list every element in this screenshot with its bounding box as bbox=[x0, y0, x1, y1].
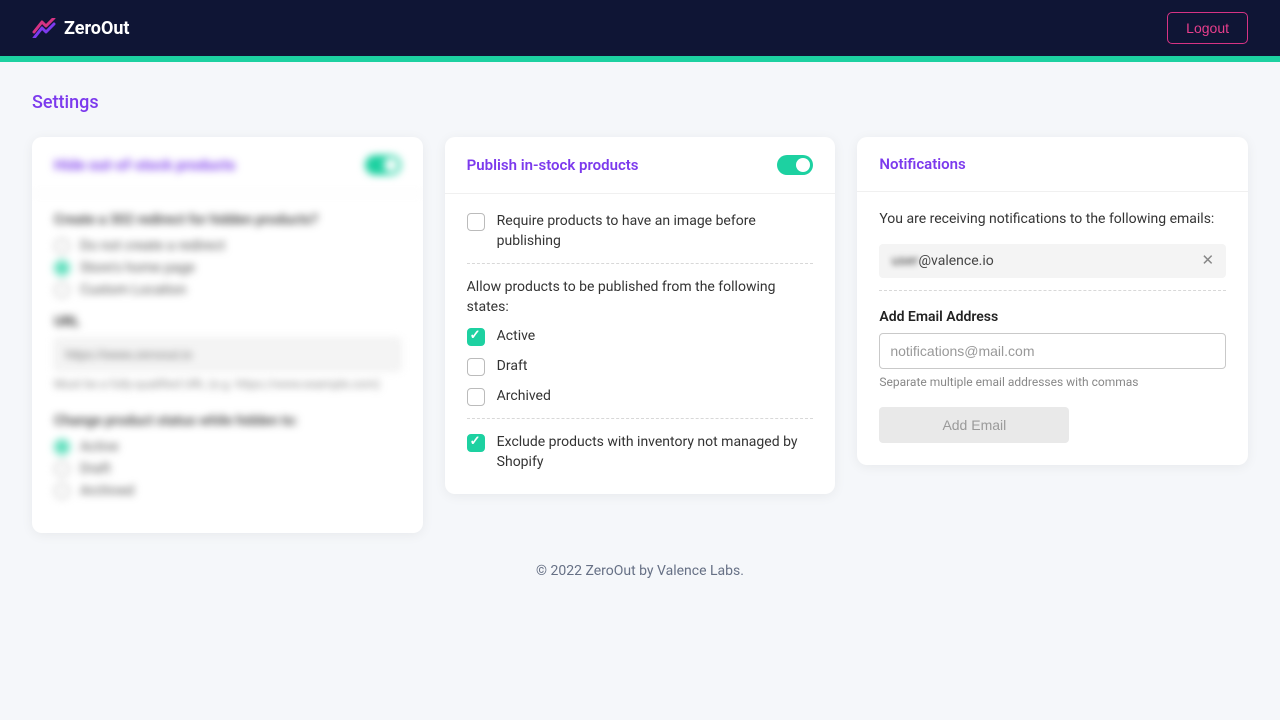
notifications-title: Notifications bbox=[879, 155, 965, 173]
exclude-label: Exclude products with inventory not mana… bbox=[497, 433, 814, 472]
add-email-button[interactable]: Add Email bbox=[879, 407, 1069, 443]
state-active-checkbox[interactable] bbox=[467, 328, 485, 346]
publish-card-title: Publish in-stock products bbox=[467, 156, 639, 174]
hide-card-title: Hide out-of-stock products bbox=[54, 156, 236, 174]
add-email-hint: Separate multiple email addresses with c… bbox=[879, 375, 1226, 389]
email-chip: user@valence.io ✕ bbox=[879, 244, 1226, 278]
status-option[interactable]: Active bbox=[54, 439, 401, 455]
radio-icon bbox=[54, 439, 70, 455]
exclude-checkbox[interactable] bbox=[467, 434, 485, 452]
remove-email-icon[interactable]: ✕ bbox=[1201, 253, 1214, 268]
url-input[interactable] bbox=[54, 338, 401, 371]
footer-text: © 2022 ZeroOut by Valence Labs. bbox=[32, 563, 1248, 579]
page-title: Settings bbox=[32, 92, 1248, 113]
radio-icon bbox=[54, 461, 70, 477]
notifications-receiving-text: You are receiving notifications to the f… bbox=[879, 210, 1226, 230]
require-image-label: Require products to have an image before… bbox=[497, 212, 814, 251]
redirect-label: Create a 302 redirect for hidden product… bbox=[54, 212, 401, 228]
add-email-input[interactable] bbox=[879, 333, 1226, 369]
url-label: URL bbox=[54, 314, 401, 330]
states-label: Allow products to be published from the … bbox=[467, 278, 814, 317]
zeroout-logo-icon bbox=[32, 18, 56, 38]
radio-label: Store's home page bbox=[80, 260, 195, 276]
logout-button[interactable]: Logout bbox=[1167, 12, 1248, 44]
separator bbox=[467, 418, 814, 419]
require-image-checkbox[interactable] bbox=[467, 213, 485, 231]
hide-products-card: Hide out-of-stock products Create a 302 … bbox=[32, 137, 423, 533]
status-label: Change product status while hidden to: bbox=[54, 413, 401, 429]
radio-icon bbox=[54, 260, 70, 276]
separator bbox=[879, 290, 1226, 291]
redirect-option[interactable]: Store's home page bbox=[54, 260, 401, 276]
radio-label: Active bbox=[80, 439, 119, 455]
publish-products-card: Publish in-stock products Require produc… bbox=[445, 137, 836, 494]
radio-label: Custom Location bbox=[80, 282, 186, 298]
radio-label: Draft bbox=[80, 461, 111, 477]
url-hint: Must be a fully-qualified URL (e.g. http… bbox=[54, 377, 401, 391]
logo[interactable]: ZeroOut bbox=[32, 18, 130, 39]
radio-icon bbox=[54, 483, 70, 499]
notifications-card: Notifications You are receiving notifica… bbox=[857, 137, 1248, 465]
status-option[interactable]: Archived bbox=[54, 483, 401, 499]
status-option[interactable]: Draft bbox=[54, 461, 401, 477]
state-label: Active bbox=[497, 327, 536, 347]
app-header: ZeroOut Logout bbox=[0, 0, 1280, 56]
state-label: Archived bbox=[497, 387, 551, 407]
radio-label: Do not create a redirect bbox=[80, 238, 225, 254]
redirect-option[interactable]: Do not create a redirect bbox=[54, 238, 401, 254]
radio-label: Archived bbox=[80, 483, 134, 499]
app-name: ZeroOut bbox=[64, 18, 130, 39]
state-archived-checkbox[interactable] bbox=[467, 388, 485, 406]
add-email-label: Add Email Address bbox=[879, 309, 1226, 325]
radio-icon bbox=[54, 282, 70, 298]
hide-toggle[interactable] bbox=[365, 155, 401, 175]
separator bbox=[467, 263, 814, 264]
radio-icon bbox=[54, 238, 70, 254]
state-draft-checkbox[interactable] bbox=[467, 358, 485, 376]
email-domain: @valence.io bbox=[918, 253, 993, 269]
publish-toggle[interactable] bbox=[777, 155, 813, 175]
state-label: Draft bbox=[497, 357, 528, 377]
email-prefix-blurred: user bbox=[891, 253, 918, 269]
redirect-option[interactable]: Custom Location bbox=[54, 282, 401, 298]
